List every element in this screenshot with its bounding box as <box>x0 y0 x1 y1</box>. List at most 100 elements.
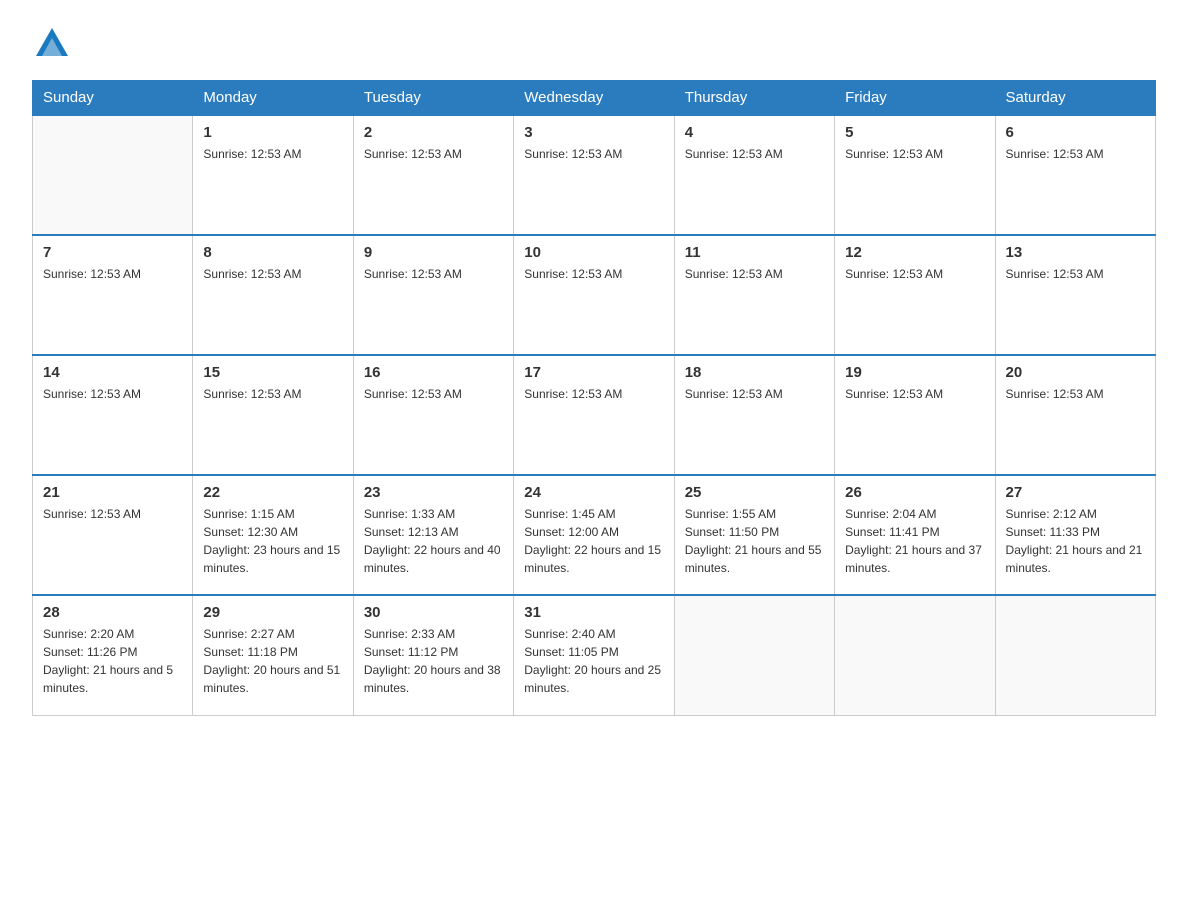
day-number: 14 <box>43 364 182 381</box>
day-info: Sunrise: 2:33 AMSunset: 11:12 PMDaylight… <box>364 625 503 697</box>
table-row: 8 Sunrise: 12:53 AM <box>193 235 353 355</box>
table-row: 26 Sunrise: 2:04 AMSunset: 11:41 PMDaylig… <box>835 475 995 595</box>
day-number: 24 <box>524 484 663 501</box>
table-row: 25 Sunrise: 1:55 AMSunset: 11:50 PMDaylig… <box>674 475 834 595</box>
table-row: 12 Sunrise: 12:53 AM <box>835 235 995 355</box>
day-info: Sunrise: 2:04 AMSunset: 11:41 PMDaylight… <box>845 505 984 577</box>
table-row <box>33 115 193 235</box>
calendar-header-tuesday: Tuesday <box>353 81 513 116</box>
day-number: 4 <box>685 124 824 141</box>
calendar-week-row: 1Sunrise: 12:53 AM2Sunrise: 12:53 AM3Sun… <box>33 115 1156 235</box>
table-row: 19 Sunrise: 12:53 AM <box>835 355 995 475</box>
table-row: 27 Sunrise: 2:12 AMSunset: 11:33 PMDaylig… <box>995 475 1155 595</box>
day-number: 28 <box>43 604 182 621</box>
table-row: 30 Sunrise: 2:33 AMSunset: 11:12 PMDaylig… <box>353 595 513 715</box>
day-info: Sunrise: 2:40 AMSunset: 11:05 PMDaylight… <box>524 625 663 697</box>
day-number: 11 <box>685 244 824 261</box>
day-info: Sunrise: 12:53 AM <box>43 265 182 283</box>
day-number: 15 <box>203 364 342 381</box>
table-row: 23 Sunrise: 1:33 AMSunset: 12:13 AMDaylig… <box>353 475 513 595</box>
day-number: 8 <box>203 244 342 261</box>
day-info: Sunrise: 12:53 AM <box>845 145 984 163</box>
day-number: 9 <box>364 244 503 261</box>
day-number: 16 <box>364 364 503 381</box>
calendar-header-monday: Monday <box>193 81 353 116</box>
day-number: 7 <box>43 244 182 261</box>
table-row: 10Sunrise: 12:53 AM <box>514 235 674 355</box>
calendar-header-row: SundayMondayTuesdayWednesdayThursdayFrid… <box>33 81 1156 116</box>
table-row: 31 Sunrise: 2:40 AMSunset: 11:05 PMDaylig… <box>514 595 674 715</box>
table-row: 9 Sunrise: 12:53 AM <box>353 235 513 355</box>
day-info: Sunrise: 2:12 AMSunset: 11:33 PMDaylight… <box>1006 505 1145 577</box>
calendar-header-wednesday: Wednesday <box>514 81 674 116</box>
table-row: 20Sunrise: 12:53 AM <box>995 355 1155 475</box>
day-info: Sunrise: 12:53 AM <box>524 385 663 403</box>
calendar-week-row: 14Sunrise: 12:53 AM15Sunrise: 12:53 AM16… <box>33 355 1156 475</box>
day-number: 12 <box>845 244 984 261</box>
day-number: 5 <box>845 124 984 141</box>
day-number: 30 <box>364 604 503 621</box>
day-info: Sunrise: 1:45 AMSunset: 12:00 AMDaylight… <box>524 505 663 577</box>
day-number: 27 <box>1006 484 1145 501</box>
table-row: 24 Sunrise: 1:45 AMSunset: 12:00 AMDaylig… <box>514 475 674 595</box>
day-info: Sunrise: 12:53 AM <box>203 265 342 283</box>
day-number: 22 <box>203 484 342 501</box>
logo-icon <box>32 24 72 64</box>
table-row: 18 Sunrise: 12:53 AM <box>674 355 834 475</box>
day-number: 13 <box>1006 244 1145 261</box>
table-row: 4 Sunrise: 12:53 AM <box>674 115 834 235</box>
day-number: 2 <box>364 124 503 141</box>
day-number: 6 <box>1006 124 1145 141</box>
day-number: 10 <box>524 244 663 261</box>
day-number: 21 <box>43 484 182 501</box>
day-number: 31 <box>524 604 663 621</box>
table-row: 15 Sunrise: 12:53 AM <box>193 355 353 475</box>
day-info: Sunrise: 12:53 AM <box>845 265 984 283</box>
table-row: 28 Sunrise: 2:20 AMSunset: 11:26 PMDaylig… <box>33 595 193 715</box>
day-number: 26 <box>845 484 984 501</box>
day-number: 25 <box>685 484 824 501</box>
table-row: 7 Sunrise: 12:53 AM <box>33 235 193 355</box>
day-info: Sunrise: 12:53 AM <box>685 265 824 283</box>
day-info: Sunrise: 12:53 AM <box>364 265 503 283</box>
day-number: 29 <box>203 604 342 621</box>
table-row: 1 Sunrise: 12:53 AM <box>193 115 353 235</box>
table-row: 3Sunrise: 12:53 AM <box>514 115 674 235</box>
day-number: 17 <box>524 364 663 381</box>
table-row: 6Sunrise: 12:53 AM <box>995 115 1155 235</box>
day-info: Sunrise: 12:53 AM <box>1006 385 1145 403</box>
day-info: Sunrise: 12:53 AM <box>845 385 984 403</box>
day-number: 1 <box>203 124 342 141</box>
day-info: Sunrise: 12:53 AM <box>203 385 342 403</box>
table-row: 21 Sunrise: 12:53 AM <box>33 475 193 595</box>
calendar-header-sunday: Sunday <box>33 81 193 116</box>
logo <box>32 24 72 64</box>
calendar-header-thursday: Thursday <box>674 81 834 116</box>
table-row: 13 Sunrise: 12:53 AM <box>995 235 1155 355</box>
table-row: 5 Sunrise: 12:53 AM <box>835 115 995 235</box>
day-info: Sunrise: 12:53 AM <box>685 385 824 403</box>
day-info: Sunrise: 1:55 AMSunset: 11:50 PMDaylight… <box>685 505 824 577</box>
calendar-table: SundayMondayTuesdayWednesdayThursdayFrid… <box>32 80 1156 716</box>
day-info: Sunrise: 12:53 AM <box>203 145 342 163</box>
day-info: Sunrise: 12:53 AM <box>1006 265 1145 283</box>
day-info: Sunrise: 2:20 AMSunset: 11:26 PMDaylight… <box>43 625 182 697</box>
day-info: Sunrise: 12:53 AM <box>43 505 182 523</box>
table-row: 17 Sunrise: 12:53 AM <box>514 355 674 475</box>
table-row: 11 Sunrise: 12:53 AM <box>674 235 834 355</box>
table-row: 14Sunrise: 12:53 AM <box>33 355 193 475</box>
table-row: 2Sunrise: 12:53 AM <box>353 115 513 235</box>
day-number: 23 <box>364 484 503 501</box>
table-row <box>674 595 834 715</box>
table-row <box>835 595 995 715</box>
day-info: Sunrise: 1:15 AMSunset: 12:30 AMDaylight… <box>203 505 342 577</box>
table-row <box>995 595 1155 715</box>
day-number: 19 <box>845 364 984 381</box>
table-row: 22 Sunrise: 1:15 AMSunset: 12:30 AMDaylig… <box>193 475 353 595</box>
day-number: 3 <box>524 124 663 141</box>
day-info: Sunrise: 1:33 AMSunset: 12:13 AMDaylight… <box>364 505 503 577</box>
day-info: Sunrise: 12:53 AM <box>685 145 824 163</box>
calendar-week-row: 21 Sunrise: 12:53 AM 22 Sunrise: 1:15 AMSun… <box>33 475 1156 595</box>
day-number: 18 <box>685 364 824 381</box>
table-row: 16Sunrise: 12:53 AM <box>353 355 513 475</box>
